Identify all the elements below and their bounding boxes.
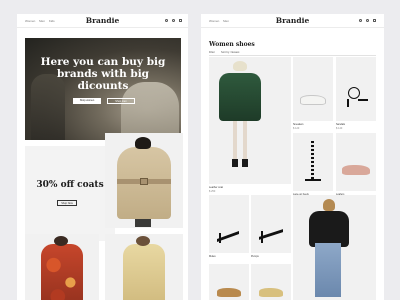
- model-legs: [135, 219, 151, 227]
- product-name[interactable]: Sneakers: [293, 123, 304, 126]
- brand-logo[interactable]: Brandie: [17, 16, 188, 25]
- model-head: [135, 137, 151, 149]
- sandal-sole: [358, 99, 368, 101]
- hero-banner: Here you can buy big brands with big dic…: [25, 38, 181, 140]
- user-icon[interactable]: [366, 19, 369, 22]
- trench-coat-image[interactable]: [105, 133, 183, 228]
- product-price: $ 140: [336, 127, 343, 130]
- search-icon[interactable]: [359, 19, 362, 22]
- product-name[interactable]: Leather coat: [209, 186, 223, 189]
- product-name[interactable]: Pumps: [251, 255, 259, 258]
- top-navigation: Women Men Kids Brandie: [17, 14, 188, 28]
- product-card[interactable]: [251, 264, 291, 300]
- page-title: Women shoes: [209, 41, 255, 48]
- sneaker-shape: [300, 95, 326, 105]
- floral-coat-shape: [41, 244, 83, 300]
- model-leg: [243, 121, 247, 161]
- user-icon[interactable]: [172, 19, 175, 22]
- product-card[interactable]: [293, 195, 376, 300]
- product-card[interactable]: [209, 195, 249, 253]
- sandal-strap: [348, 87, 360, 99]
- sandal-heel: [347, 99, 349, 107]
- model-head: [54, 236, 68, 246]
- bag-icon[interactable]: [373, 18, 376, 22]
- brand-logo[interactable]: Brandie: [201, 16, 384, 25]
- model-boot: [232, 159, 238, 167]
- leather-jacket-shape: [219, 73, 261, 121]
- heel-stiletto: [261, 231, 263, 243]
- shoe-shape: [217, 288, 241, 297]
- model-head: [136, 236, 150, 246]
- product-card[interactable]: [209, 264, 249, 300]
- yellow-coat-shape: [123, 244, 165, 300]
- product-price: $ 120: [293, 127, 300, 130]
- yellow-coat-image[interactable]: [105, 234, 183, 300]
- model-leg: [233, 121, 237, 161]
- product-card[interactable]: [251, 195, 291, 253]
- promo-title: 30% off coats: [36, 180, 104, 190]
- black-jacket-shape: [309, 211, 349, 247]
- model-hair: [323, 199, 335, 211]
- product-card[interactable]: [336, 133, 376, 191]
- shop-now-button[interactable]: Shop Now: [57, 200, 77, 206]
- product-card[interactable]: [336, 57, 376, 121]
- belt-buckle: [140, 178, 148, 185]
- product-card[interactable]: [293, 57, 333, 121]
- model-boot: [242, 159, 248, 167]
- pump-heel: [219, 233, 221, 243]
- homepage-frame: Women Men Kids Brandie Here you can buy …: [17, 14, 188, 300]
- hero-title: Here you can buy big brands with big dic…: [40, 56, 166, 92]
- filter-button[interactable]: Filter: [209, 51, 215, 54]
- product-card[interactable]: [209, 57, 291, 184]
- category-frame: Women Men Brandie Women shoes Filter Sor…: [201, 14, 384, 300]
- lace-up-strap: [311, 141, 314, 179]
- heel-sole: [305, 179, 321, 181]
- model-hair: [233, 61, 247, 71]
- top-navigation: Women Men Brandie: [201, 14, 384, 28]
- product-card[interactable]: [293, 133, 333, 191]
- sort-dropdown[interactable]: Sort by: Newest: [221, 51, 239, 54]
- product-name[interactable]: Sandals: [336, 123, 345, 126]
- shop-women-button[interactable]: Shop women: [73, 98, 101, 104]
- promo-card: 30% off coats Shop Now: [25, 146, 115, 241]
- search-icon[interactable]: [165, 19, 168, 22]
- bag-icon[interactable]: [179, 18, 182, 22]
- shoe-shape: [259, 288, 283, 297]
- product-price: $ 250: [209, 190, 216, 193]
- shop-men-button[interactable]: Shop men: [107, 98, 135, 104]
- filter-divider: [209, 55, 376, 56]
- floral-coat-image[interactable]: [25, 234, 99, 300]
- jeans-shape: [315, 243, 341, 297]
- product-name[interactable]: Mules: [209, 255, 216, 258]
- loafer-shape: [342, 165, 370, 175]
